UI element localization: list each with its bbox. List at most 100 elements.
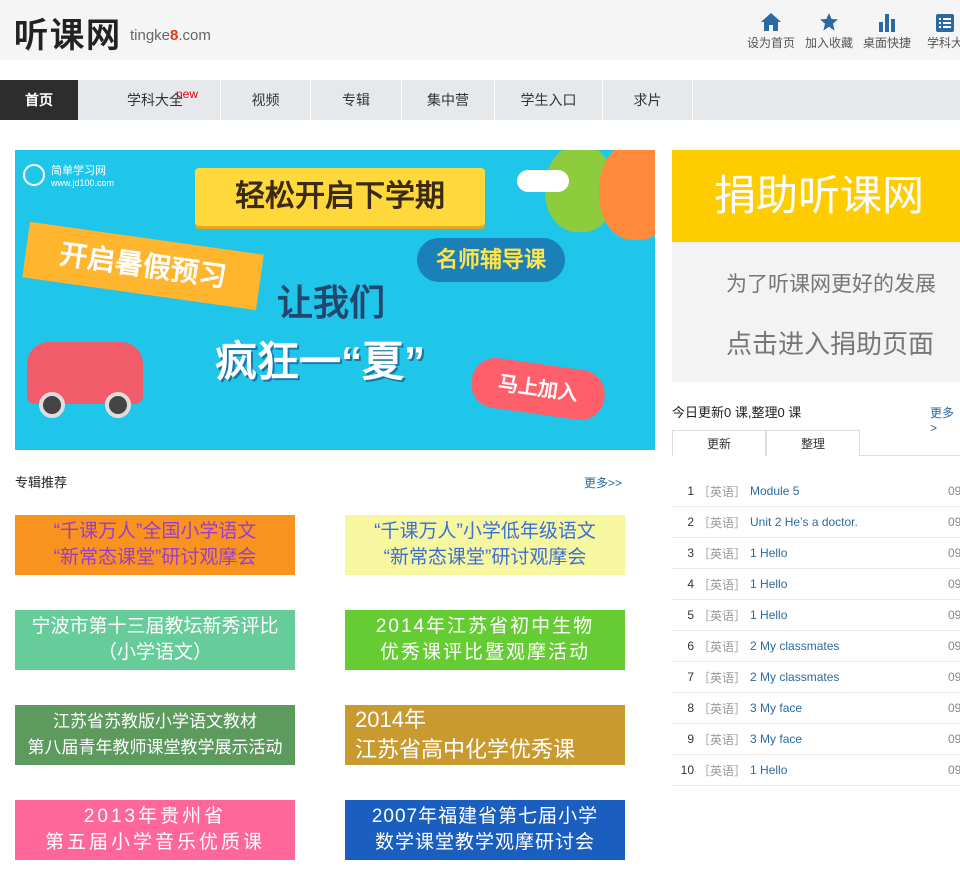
album-card[interactable]: 2014年江苏省初中生物 优秀课评比暨观摩活动 <box>345 610 625 670</box>
nav-item-request[interactable]: 求片 <box>603 80 693 120</box>
quick-link-label: 学科大 <box>926 36 960 50</box>
album-card[interactable]: “千课万人”小学低年级语文 “新常态课堂”研讨观摩会 <box>345 515 625 575</box>
cloud-decoration <box>517 170 569 192</box>
row-date: 09-0 <box>947 701 960 715</box>
row-title[interactable]: 3 My face <box>750 701 948 715</box>
list-item[interactable]: 7 ［英语］2 My classmates09-0 <box>672 662 960 693</box>
nav-label: 学科大全 <box>127 92 183 108</box>
album-card[interactable]: 江苏省苏教版小学语文教材 第八届青年教师课堂教学展示活动 <box>15 705 295 765</box>
album-card[interactable]: 宁波市第十三届教坛新秀评比 （小学语文） <box>15 610 295 670</box>
list-item[interactable]: 3 ［英语］1 Hello09-0 <box>672 538 960 569</box>
nav-item-home[interactable]: 首页 <box>0 80 90 120</box>
album-card-line1: “千课万人”小学低年级语文 <box>374 521 596 542</box>
balloon-decoration <box>599 150 655 240</box>
album-card-line2: 优秀课评比暨观摩活动 <box>379 642 590 663</box>
album-card-line1: 宁波市第十三届教坛新秀评比 <box>31 616 279 637</box>
banner-ribbon: 轻松开启下学期 <box>195 168 485 226</box>
row-index: 3 <box>687 546 694 560</box>
row-title[interactable]: Unit 2 He’s a doctor. <box>750 515 948 529</box>
list-item[interactable]: 4 ［英语］1 Hello09-0 <box>672 569 960 600</box>
list-item[interactable]: 9 ［英语］3 My face09-0 <box>672 724 960 755</box>
row-title[interactable]: 2 My classmates <box>750 670 948 684</box>
banner-logo-url: www.jd100.com <box>51 178 115 188</box>
row-title[interactable]: 3 My face <box>750 732 948 746</box>
site-logo[interactable]: 听课网 tingke8.com <box>14 8 211 57</box>
row-title[interactable]: 1 Hello <box>750 608 948 622</box>
nav-item-albums[interactable]: 专辑 <box>311 80 402 120</box>
row-title[interactable]: 1 Hello <box>750 546 948 560</box>
nav-label: 求片 <box>633 92 662 108</box>
quick-link-label: 桌面快捷 <box>862 36 911 50</box>
tab-organized[interactable]: 整理 <box>766 430 860 456</box>
album-card-line2: 数学课堂教学观摩研讨会 <box>374 832 595 853</box>
album-card[interactable]: 2013年贵州省 第五届小学音乐优质课 <box>15 800 295 860</box>
promo-banner[interactable]: 简单学习网 www.jd100.com 轻松开启下学期 开启暑假预习 名师辅导课… <box>15 150 655 450</box>
album-card[interactable]: 2007年福建省第七届小学 数学课堂教学观摩研讨会 <box>345 800 625 860</box>
logo-text-cn: 听课网 <box>14 16 122 56</box>
nav-item-camp[interactable]: 集中营 <box>402 80 495 120</box>
album-card-line1: 2014年江苏省初中生物 <box>375 616 595 637</box>
donate-sub2: 点击进入捐助页面 <box>726 329 935 359</box>
quick-link-subjects[interactable]: 学科大 <box>916 8 960 51</box>
list-item[interactable]: 1 ［英语］Module 509-0 <box>672 476 960 507</box>
row-date: 09-0 <box>947 763 960 777</box>
logo-en-prefix: tingke <box>130 27 171 44</box>
row-subject: ［英语］ <box>698 546 747 561</box>
list-item[interactable]: 5 ［英语］1 Hello09-0 <box>672 600 960 631</box>
album-card-line2: 江苏省高中化学优秀课 <box>355 737 576 762</box>
row-index: 1 <box>687 484 694 498</box>
logo-text-en: tingke8.com <box>130 27 211 44</box>
donate-banner[interactable]: 捐助听课网 <box>672 150 960 242</box>
row-date: 09-0 <box>947 608 960 622</box>
quick-links: 设为首页 加入收藏 桌面快捷 学科大 <box>742 8 960 51</box>
banner-tag-right: 名师辅导课 <box>417 238 565 282</box>
nav-item-subjects[interactable]: 学科大全 new <box>90 80 221 120</box>
banner-logo-icon <box>23 164 45 186</box>
row-subject: ［英语］ <box>698 670 747 685</box>
row-date: 09-0 <box>947 732 960 746</box>
row-title[interactable]: 1 Hello <box>750 577 948 591</box>
quick-link-homepage[interactable]: 设为首页 <box>742 8 800 51</box>
row-index: 8 <box>687 701 694 715</box>
quick-link-shortcut[interactable]: 桌面快捷 <box>858 8 916 51</box>
album-card-line2: （小学语文） <box>97 642 212 663</box>
album-card-line1: 2007年福建省第七届小学 <box>371 806 599 827</box>
album-card[interactable]: “千课万人”全国小学语文 “新常态课堂”研讨观摩会 <box>15 515 295 575</box>
album-card-line1: “千课万人”全国小学语文 <box>53 521 257 542</box>
album-card[interactable]: 2014年 江苏省高中化学优秀课 <box>345 705 625 765</box>
album-card-line2: “新常态课堂”研讨观摩会 <box>383 547 587 568</box>
row-subject: ［英语］ <box>698 608 747 623</box>
specials-more-link[interactable]: 更多>> <box>584 474 622 491</box>
row-index: 9 <box>687 732 694 746</box>
row-title[interactable]: Module 5 <box>750 484 948 498</box>
list-item[interactable]: 6 ［英语］2 My classmates09-0 <box>672 631 960 662</box>
row-subject: ［英语］ <box>698 732 747 747</box>
row-index: 6 <box>687 639 694 653</box>
row-subject: ［英语］ <box>698 763 747 778</box>
list-icon <box>916 8 960 32</box>
join-button[interactable]: 马上加入 <box>468 354 608 424</box>
row-subject: ［英语］ <box>698 577 747 592</box>
album-card-line1: 江苏省苏教版小学语文教材 <box>53 712 257 731</box>
nav-item-student[interactable]: 学生入口 <box>495 80 603 120</box>
album-card-line2: “新常态课堂”研讨观摩会 <box>53 547 257 568</box>
row-date: 09-0 <box>947 546 960 560</box>
list-item[interactable]: 10 ［英语］1 Hello09-0 <box>672 755 960 786</box>
nav-item-video[interactable]: 视频 <box>221 80 311 120</box>
quick-link-favorite[interactable]: 加入收藏 <box>800 8 858 51</box>
row-title[interactable]: 1 Hello <box>750 763 948 777</box>
main-nav: 首页 学科大全 new 视频 专辑 集中营 学生入口 求片 <box>0 80 960 120</box>
row-title[interactable]: 2 My classmates <box>750 639 948 653</box>
specials-title: 专辑推荐 <box>15 475 68 490</box>
row-date: 09-0 <box>947 639 960 653</box>
donate-panel[interactable]: 为了听课网更好的发展 点击进入捐助页面 <box>672 242 960 382</box>
list-item[interactable]: 2 ［英语］Unit 2 He’s a doctor.09-0 <box>672 507 960 538</box>
logo-en-suffix: .com <box>178 27 211 44</box>
tab-updates[interactable]: 更新 <box>672 430 766 456</box>
site-header: 听课网 tingke8.com 设为首页 加入收藏 桌面快捷 学科大 <box>0 0 960 60</box>
list-item[interactable]: 8 ［英语］3 My face09-0 <box>672 693 960 724</box>
row-date: 09-0 <box>947 484 960 498</box>
row-date: 09-0 <box>947 515 960 529</box>
row-index: 2 <box>687 515 694 529</box>
row-date: 09-0 <box>947 577 960 591</box>
